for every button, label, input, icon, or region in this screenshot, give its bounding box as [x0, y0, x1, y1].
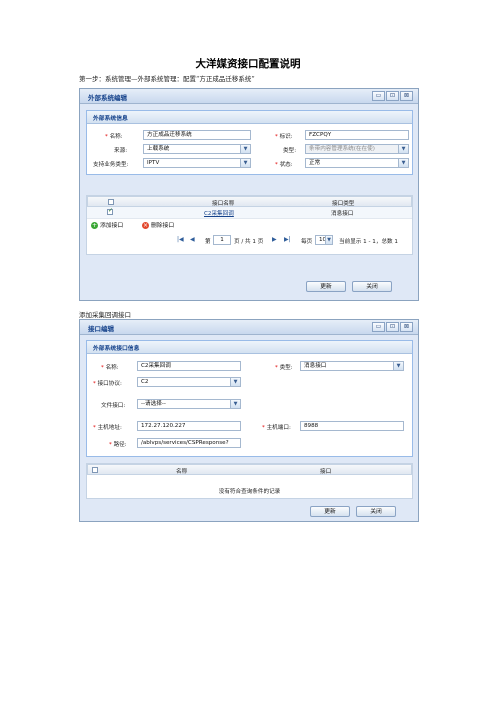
maximize-icon[interactable]: ⊡: [386, 91, 399, 101]
maximize-icon[interactable]: ⊡: [386, 322, 399, 332]
protocol-select[interactable]: C2 ▼: [137, 377, 241, 387]
path-input[interactable]: /ablvps/services/CSPResponse?: [137, 438, 241, 448]
prev-page-icon[interactable]: ◀: [190, 236, 195, 243]
select-all-checkbox[interactable]: [108, 199, 114, 205]
column-interface-type[interactable]: 接口类型: [332, 199, 354, 207]
name-label: * 名称:: [101, 365, 119, 371]
chevron-down-icon[interactable]: ▼: [398, 145, 408, 153]
step1-paragraph: 第一步：系统管理—外部系统管理：配置“方正成品迁移系统”: [79, 75, 255, 83]
file-interface-label: 文件接口:: [101, 403, 126, 409]
name-input[interactable]: 方正成品迁移系统: [143, 130, 251, 140]
table-row[interactable]: C2采集回调 消息接口: [87, 207, 412, 219]
name-label: * 名称:: [105, 134, 123, 140]
external-system-edit-window: 外部系统编辑 ▭ ⊡ ⊠ 外部系统信息 * 名称: 方正成品迁移系统 * 标识:…: [79, 88, 419, 301]
chevron-down-icon[interactable]: ▼: [393, 362, 403, 370]
interface-grid: 接口名称 接口类型 C2采集回调 消息接口 +添加接口 ×删除接口 |◀ ◀ 第…: [86, 195, 413, 255]
business-type-label: 支持业务类型:: [93, 162, 129, 168]
next-page-icon[interactable]: ▶: [272, 236, 277, 243]
chevron-down-icon[interactable]: ▼: [240, 145, 250, 153]
add-interface-button[interactable]: + 添加接口: [91, 220, 123, 229]
interface-edit-window: 接口编辑 ▭ ⊡ ⊠ 外部系统接口信息 * 名称: C2采集回调 * 类型: 消…: [79, 319, 419, 522]
document-title: 大洋媒资接口配置说明: [195, 58, 301, 70]
delete-interface-button[interactable]: × 删除接口: [142, 220, 174, 229]
per-page-label: 每页: [301, 239, 313, 245]
port-input[interactable]: 8988: [300, 421, 404, 431]
panel-header: 外部系统信息: [87, 111, 412, 124]
column-interface[interactable]: 接口: [320, 467, 331, 475]
window-title: 接口编辑: [88, 325, 114, 333]
last-page-icon[interactable]: ▶|: [284, 236, 291, 243]
type-label: 类型:: [283, 148, 297, 154]
column-name[interactable]: 名称: [176, 467, 187, 475]
select-all-checkbox[interactable]: [92, 467, 98, 473]
interface-type-cell: 消息接口: [331, 211, 354, 217]
minimize-icon[interactable]: ▭: [372, 91, 385, 101]
business-type-select[interactable]: IPTV ▼: [143, 158, 251, 168]
column-interface-name[interactable]: 接口名称: [212, 199, 234, 207]
code-input[interactable]: FZCPQY: [305, 130, 409, 140]
name-input[interactable]: C2采集回调: [137, 361, 241, 371]
chevron-down-icon[interactable]: ▼: [240, 159, 250, 167]
chevron-down-icon[interactable]: ▼: [398, 159, 408, 167]
delete-icon: ×: [142, 222, 149, 229]
interface-name-link[interactable]: C2采集回调: [204, 209, 234, 217]
page-number-input[interactable]: 1: [213, 235, 231, 245]
window-title: 外部系统编辑: [88, 94, 127, 102]
panel-header: 外部系统接口信息: [87, 341, 412, 354]
grid-header: 接口名称 接口类型: [87, 196, 412, 207]
close-button[interactable]: 关闭: [356, 506, 396, 517]
window-titlebar[interactable]: 接口编辑 ▭ ⊡ ⊠: [80, 320, 418, 335]
code-label: * 标识:: [275, 134, 293, 140]
empty-grid-message: 没有符合查询条件的记录: [218, 489, 281, 495]
protocol-label: * 接口协议:: [93, 381, 122, 387]
update-button[interactable]: 更新: [310, 506, 350, 517]
panel-title: 外部系统信息: [93, 116, 128, 122]
type-select[interactable]: 消息接口 ▼: [300, 361, 404, 371]
chevron-down-icon[interactable]: ▼: [325, 236, 332, 244]
close-icon[interactable]: ⊠: [400, 91, 413, 101]
step2-paragraph: 添加采集回调接口: [79, 311, 131, 319]
page-total-text: 页 / 共 1 页: [234, 239, 264, 245]
first-page-icon[interactable]: |◀: [177, 236, 184, 243]
type-select[interactable]: 条带内容管理系统(在在使) ▼: [305, 144, 409, 154]
add-icon: +: [91, 222, 98, 229]
interface-info-panel: 外部系统接口信息 * 名称: C2采集回调 * 类型: 消息接口 ▼ * 接口协议…: [86, 340, 413, 457]
close-icon[interactable]: ⊠: [400, 322, 413, 332]
window-titlebar[interactable]: 外部系统编辑 ▭ ⊡ ⊠: [80, 89, 418, 104]
external-system-info-panel: 外部系统信息 * 名称: 方正成品迁移系统 * 标识: FZCPQY 来源: 上…: [86, 110, 413, 175]
source-label: 来源:: [114, 148, 128, 154]
chevron-down-icon[interactable]: ▼: [230, 400, 240, 408]
minimize-icon[interactable]: ▭: [372, 322, 385, 332]
update-button[interactable]: 更新: [306, 281, 346, 292]
grid-header: 名称 接口: [87, 464, 412, 475]
type-label: * 类型:: [275, 365, 293, 371]
per-page-select[interactable]: 10 ▼: [315, 235, 333, 245]
source-select[interactable]: 上载系统 ▼: [143, 144, 251, 154]
file-interface-select[interactable]: --请选择-- ▼: [137, 399, 241, 409]
path-label: * 路径:: [109, 442, 127, 448]
chevron-down-icon[interactable]: ▼: [230, 378, 240, 386]
port-label: * 主机端口:: [262, 425, 291, 431]
pager-summary: 当前显示 1 - 1，总数 1: [339, 239, 398, 245]
row-checkbox[interactable]: [107, 207, 113, 215]
page-prefix: 第: [205, 239, 211, 245]
host-label: * 主机地址:: [93, 425, 122, 431]
status-label: * 状态:: [275, 162, 293, 168]
interface-grid: 名称 接口 没有符合查询条件的记录: [86, 463, 413, 499]
panel-title: 外部系统接口信息: [93, 346, 140, 352]
status-select[interactable]: 正常 ▼: [305, 158, 409, 168]
host-input[interactable]: 172.27.120.227: [137, 421, 241, 431]
close-button[interactable]: 关闭: [352, 281, 392, 292]
